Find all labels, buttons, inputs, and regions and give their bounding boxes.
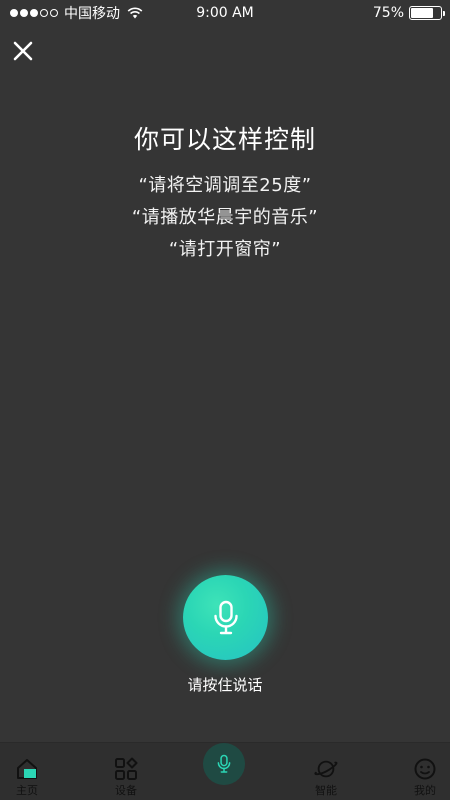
carrier-name: 中国移动 xyxy=(64,6,120,22)
home-icon xyxy=(15,757,39,781)
wifi-icon xyxy=(127,7,143,19)
voice-input-area xyxy=(183,575,268,660)
tab-label: 我的 xyxy=(414,784,436,797)
battery-percentage: 75% xyxy=(372,5,404,21)
tab-voice[interactable] xyxy=(203,743,245,785)
smiley-face-icon xyxy=(413,757,437,781)
tab-devices[interactable]: 设备 xyxy=(91,743,161,800)
hold-to-talk-label: 请按住说话 xyxy=(187,676,263,694)
microphone-icon xyxy=(217,754,231,773)
battery-level-fill xyxy=(411,8,433,18)
voice-command-examples: “请将空调调至25度” “请播放华晨宇的音乐” “请打开窗帘” xyxy=(0,170,450,266)
close-icon xyxy=(13,41,33,61)
signal-dot xyxy=(10,9,18,17)
status-bar-right: 75% xyxy=(372,5,445,21)
microphone-icon xyxy=(213,600,238,634)
tab-label: 智能 xyxy=(315,784,337,797)
signal-dot xyxy=(20,9,28,17)
tab-label: 设备 xyxy=(115,784,137,797)
tab-label: 主页 xyxy=(16,784,38,797)
hold-to-talk-button[interactable] xyxy=(183,575,268,660)
tab-profile[interactable]: 我的 xyxy=(390,743,450,800)
signal-dot xyxy=(30,9,38,17)
planet-icon xyxy=(314,757,338,781)
bottom-tab-bar: 主页 设备 智能 我的 xyxy=(0,742,450,800)
devices-icon xyxy=(114,757,138,781)
example-command: “请打开窗帘” xyxy=(168,239,282,260)
status-bar: 中国移动 9:00 AM 75% xyxy=(0,0,450,26)
tab-home[interactable]: 主页 xyxy=(0,743,62,800)
signal-dot xyxy=(40,9,48,17)
signal-dot xyxy=(50,9,58,17)
tab-smart[interactable]: 智能 xyxy=(291,743,361,800)
battery-icon xyxy=(409,6,445,20)
close-button[interactable] xyxy=(10,38,36,64)
signal-strength-indicator xyxy=(10,9,58,17)
example-command: “请将空调调至25度” xyxy=(138,175,312,196)
page-title: 你可以这样控制 xyxy=(133,125,316,154)
status-bar-left: 中国移动 xyxy=(10,3,143,23)
example-command: “请播放华晨宇的音乐” xyxy=(131,207,319,228)
